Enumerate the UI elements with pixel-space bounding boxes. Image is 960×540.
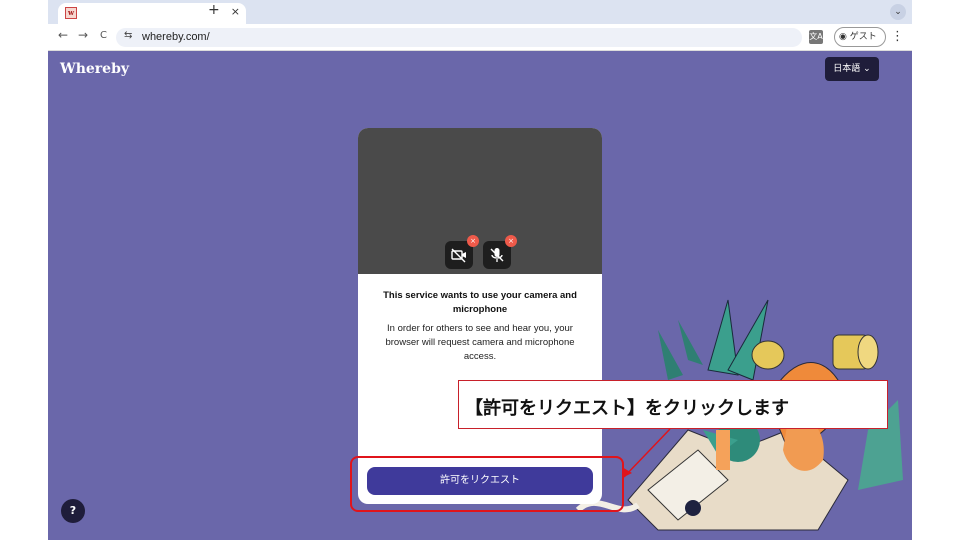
browser-toolbar: ← → C ⇆ whereby.com/ 文A ◉ ゲスト ⋮ [48, 24, 912, 51]
language-selector[interactable]: 日本語 ⌄ [825, 57, 879, 81]
translate-icon[interactable]: 文A [809, 30, 823, 44]
help-button[interactable]: ? [61, 499, 85, 523]
tab-close-button[interactable]: × [231, 5, 240, 18]
whereby-logo[interactable]: Whereby [60, 61, 129, 77]
camera-error-badge: × [467, 235, 479, 247]
microphone-error-badge: × [505, 235, 517, 247]
camera-toggle-button[interactable]: × [445, 235, 479, 269]
url-text[interactable]: whereby.com/ [142, 31, 210, 43]
back-button[interactable]: ← [58, 28, 68, 42]
new-tab-button[interactable]: + [208, 2, 220, 18]
microphone-off-icon [490, 248, 504, 262]
instruction-text: 【許可をリクエスト】をクリックします [465, 398, 789, 419]
browser-menu-icon[interactable]: ⋮ [891, 29, 904, 44]
forward-button[interactable]: → [78, 28, 88, 42]
microphone-toggle-button[interactable]: × [483, 235, 517, 269]
dialog-body: In order for others to see and hear you,… [385, 323, 575, 362]
guest-profile-button[interactable]: ◉ ゲスト [834, 27, 886, 47]
tab-search-button[interactable]: ⌄ [890, 4, 906, 20]
camera-preview: × × [358, 128, 602, 274]
reload-button[interactable]: C [100, 30, 107, 41]
guest-label: ゲスト [849, 32, 877, 42]
tab-bar: w × + ⌄ [48, 0, 912, 24]
button-highlight-frame [350, 456, 624, 512]
site-info-icon[interactable]: ⇆ [124, 30, 132, 41]
browser-window: w × + ⌄ ← → C ⇆ whereby.com/ 文A ◉ ゲスト ⋮ … [48, 0, 912, 540]
permission-dialog: × × This service wants to use your camer… [358, 128, 602, 504]
whereby-favicon-icon: w [65, 7, 77, 19]
instruction-callout: 【許可をリクエスト】をクリックします [458, 380, 888, 429]
camera-off-icon [451, 248, 466, 263]
profile-icon: ◉ [839, 32, 850, 42]
address-bar[interactable]: ⇆ whereby.com/ [116, 28, 802, 47]
dialog-title: This service wants to use your camera an… [383, 290, 577, 315]
callout-pointer [622, 428, 671, 478]
